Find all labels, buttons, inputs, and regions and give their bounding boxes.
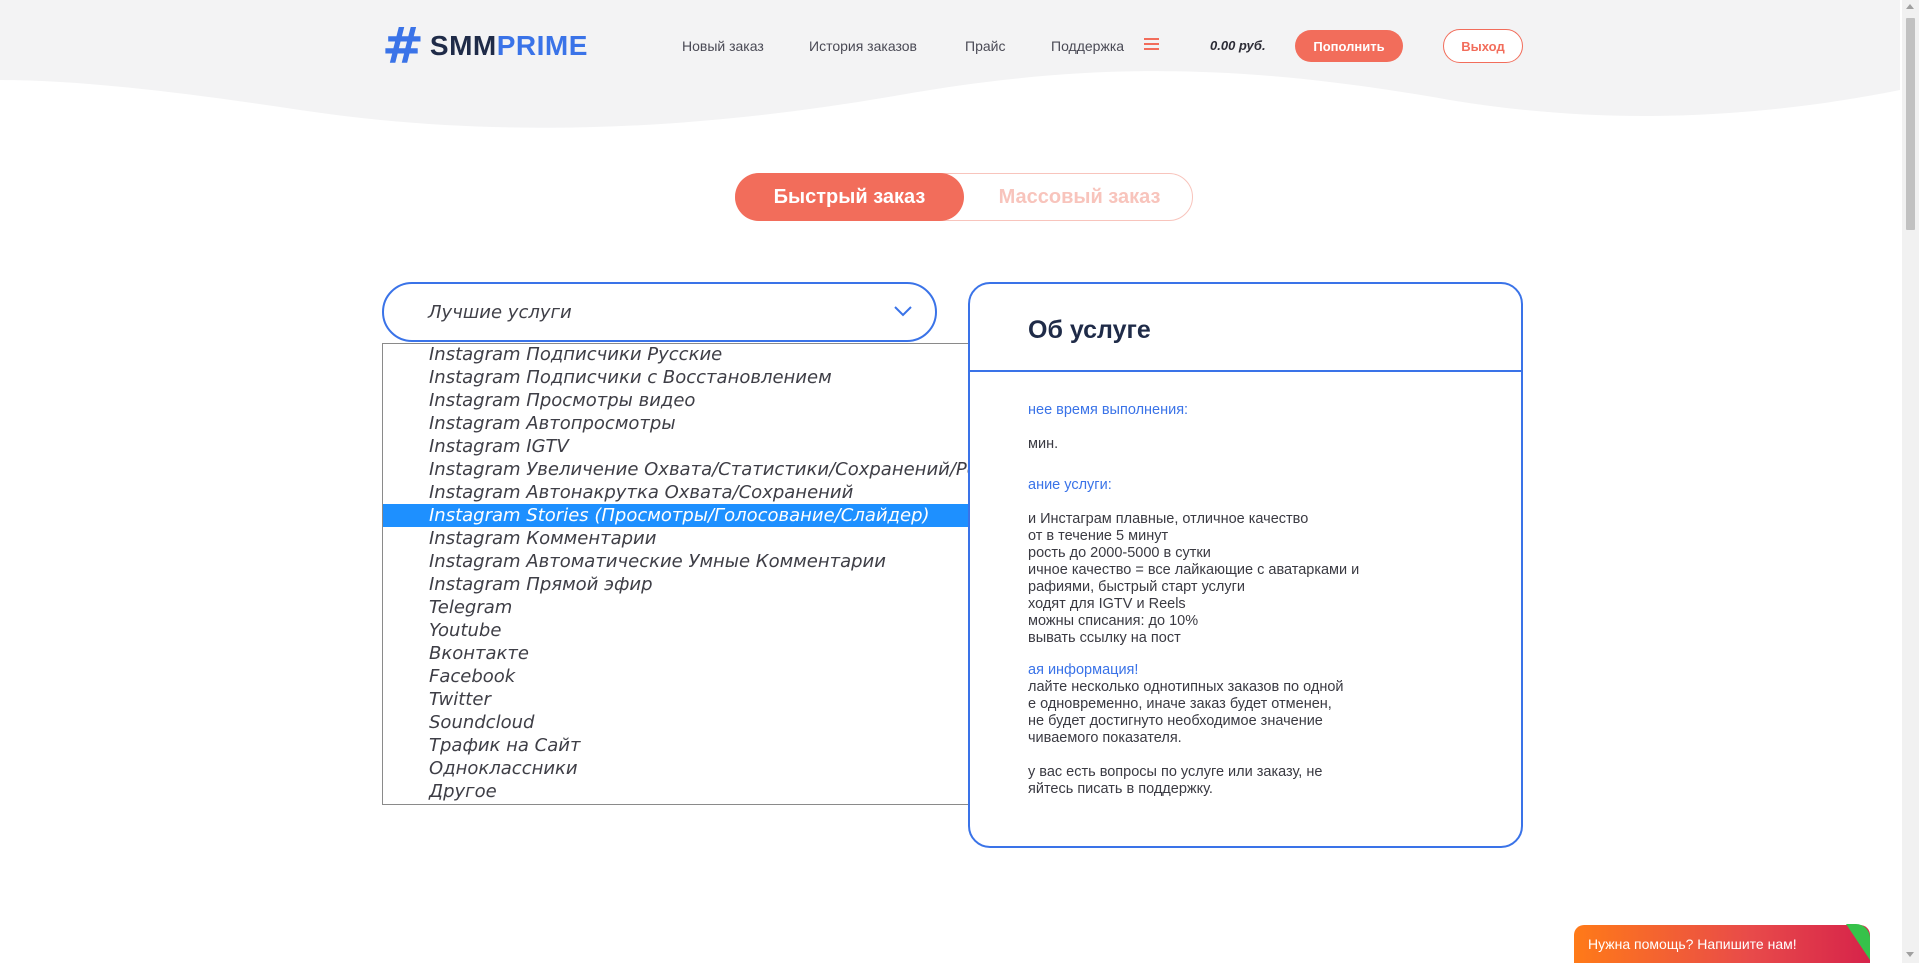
info-line: чиваемого показателя. bbox=[1028, 730, 1182, 746]
tab-mass-order[interactable]: Массовый заказ bbox=[965, 173, 1194, 221]
description-line: от в течение 5 минут bbox=[1028, 528, 1169, 544]
description-line: ичное качество = все лайкающие с аватарк… bbox=[1028, 562, 1360, 578]
about-title: Об услуге bbox=[1028, 316, 1151, 344]
description-line: рость до 2000-5000 в сутки bbox=[1028, 545, 1211, 561]
nav-order-history[interactable]: История заказов bbox=[809, 38, 917, 54]
page-scrollbar[interactable] bbox=[1902, 0, 1919, 963]
dropdown-option[interactable]: Instagram Автопросмотры bbox=[383, 412, 1053, 435]
help-chat-widget[interactable]: Нужна помощь? Напишите нам! bbox=[1574, 925, 1870, 963]
logo-prime-text: PRIME bbox=[496, 30, 588, 61]
balance-amount: 0.00 руб. bbox=[1210, 38, 1266, 53]
dropdown-option[interactable]: Instagram Подписчики Русские bbox=[383, 344, 1053, 366]
description-line: можны списания: до 10% bbox=[1028, 613, 1199, 629]
info-line: лайте несколько однотипных заказов по од… bbox=[1028, 679, 1344, 695]
dropdown-option[interactable]: Instagram Автоматические Умные Комментар… bbox=[383, 550, 1053, 573]
nav-support[interactable]: Поддержка bbox=[1051, 38, 1124, 54]
order-type-tabs: Быстрый заказ Массовый заказ bbox=[735, 173, 1193, 221]
description-line: и Инстаграм плавные, отличное качество bbox=[1028, 511, 1309, 527]
info-line: у вас есть вопросы по услуге или заказу,… bbox=[1028, 764, 1323, 780]
info-line bbox=[1028, 747, 1498, 764]
dropdown-option[interactable]: Instagram Комментарии bbox=[383, 527, 1053, 550]
description-line: вывать ссылку на пост bbox=[1028, 630, 1181, 646]
about-body: нее время выполнения: мин. ание услуги: … bbox=[1028, 402, 1498, 798]
dropdown-option[interactable]: Facebook bbox=[383, 665, 1053, 688]
description-line: ходят для IGTV и Reels bbox=[1028, 596, 1186, 612]
info-line: яйтесь писать в поддержку. bbox=[1028, 781, 1213, 797]
info-line: е одновременно, иначе заказ будет отмене… bbox=[1028, 696, 1332, 712]
tab-quick-order[interactable]: Быстрый заказ bbox=[735, 173, 964, 221]
nav-new-order[interactable]: Новый заказ bbox=[682, 38, 764, 54]
logo[interactable]: # SMMPRIME bbox=[382, 17, 588, 75]
info-line: не будет достигнуто необходимое значение bbox=[1028, 713, 1323, 729]
dropdown-option[interactable]: Soundcloud bbox=[383, 711, 1053, 734]
hash-logo-icon: # bbox=[382, 17, 424, 75]
header-background bbox=[0, 0, 1900, 128]
nav-price[interactable]: Прайс bbox=[965, 38, 1005, 54]
chevron-down-icon bbox=[894, 306, 912, 317]
dropdown-option[interactable]: Instagram Увеличение Охвата/Статистики/С… bbox=[383, 458, 1053, 481]
dropdown-option[interactable]: Instagram Просмотры видео bbox=[383, 389, 1053, 412]
dropdown-option[interactable]: Telegram bbox=[383, 596, 1053, 619]
dropdown-option[interactable]: Трафик на Сайт bbox=[383, 734, 1053, 757]
dropdown-option[interactable]: Другое bbox=[383, 780, 1053, 803]
description-label: ание услуги: bbox=[1028, 477, 1112, 493]
page-scrollbar-thumb[interactable] bbox=[1906, 18, 1915, 230]
dropdown-option[interactable]: Instagram Подписчики с Восстановлением bbox=[383, 366, 1053, 389]
category-select-value: Лучшие услуги bbox=[428, 302, 572, 323]
about-divider bbox=[970, 370, 1521, 372]
dropdown-option[interactable]: Instagram IGTV bbox=[383, 435, 1053, 458]
dropdown-option[interactable]: Instagram Автонакрутка Охвата/Сохранений bbox=[383, 481, 1053, 504]
category-select[interactable]: Лучшие услуги bbox=[382, 282, 937, 342]
logo-smm-text: SMM bbox=[429, 30, 497, 61]
info-label: ая информация! bbox=[1028, 662, 1139, 678]
dropdown-option[interactable]: Одноклассники bbox=[383, 757, 1053, 780]
dropdown-option[interactable]: Вконтакте bbox=[383, 642, 1053, 665]
topup-button[interactable]: Пополнить bbox=[1295, 30, 1403, 62]
category-dropdown-list[interactable]: Instagram Подписчики Русские Instagram П… bbox=[382, 343, 1070, 805]
page-scroll-up-icon[interactable] bbox=[1906, 4, 1914, 9]
dropdown-option[interactable]: Twitter bbox=[383, 688, 1053, 711]
time-value: мин. bbox=[1028, 436, 1059, 452]
help-chat-label: Нужна помощь? Напишите нам! bbox=[1588, 936, 1797, 952]
page-scroll-down-icon[interactable] bbox=[1906, 952, 1914, 957]
dropdown-option[interactable]: Instagram Прямой эфир bbox=[383, 573, 1053, 596]
dropdown-option[interactable]: Youtube bbox=[383, 619, 1053, 642]
hamburger-menu-icon[interactable] bbox=[1144, 38, 1159, 50]
description-line: рафиями, быстрый старт услуги bbox=[1028, 579, 1246, 595]
dropdown-option-selected[interactable]: Instagram Stories (Просмотры/Голосование… bbox=[383, 504, 1053, 527]
logout-button[interactable]: Выход bbox=[1443, 29, 1523, 63]
time-label: нее время выполнения: bbox=[1028, 402, 1189, 418]
about-service-panel: Об услуге нее время выполнения: мин. ани… bbox=[968, 282, 1523, 848]
